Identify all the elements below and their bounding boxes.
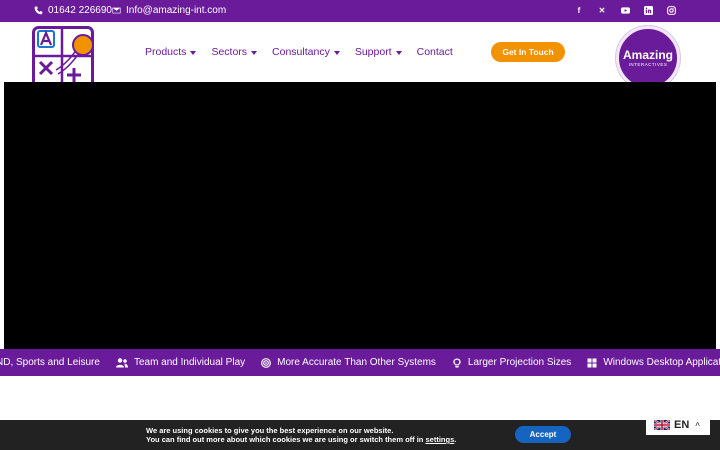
facebook-icon[interactable]: f <box>574 5 584 16</box>
ticker-item: Team and Individual Play <box>115 357 246 368</box>
ticker-item: Windows Desktop Application Tracking <box>587 357 720 368</box>
youtube-icon[interactable] <box>620 5 630 16</box>
nav-contact-label: Contact <box>416 46 453 58</box>
ticker-item-label: Windows Desktop Application Tracking <box>603 357 720 368</box>
x-icon[interactable]: ✕ <box>597 5 607 16</box>
phone-icon <box>34 6 43 15</box>
ticker-item: More Accurate Than Other Systems <box>261 357 436 368</box>
target-icon <box>261 357 272 368</box>
ticker-item-label: Larger Projection Sizes <box>467 357 572 368</box>
phone-number: 01642 226690 <box>48 5 112 16</box>
main-nav: Products Sectors Consultancy Support Con… <box>145 46 453 58</box>
email-address: Info@amazing-int.com <box>126 5 227 16</box>
ticker-track: ND, Sports and Leisure Team and Individu… <box>0 357 720 368</box>
cookie-line-2: You can find out more about which cookie… <box>146 435 456 444</box>
nav-support-label: Support <box>354 46 392 58</box>
ticker-item-label: ND, Sports and Leisure <box>0 357 100 368</box>
cookie-line-2-text: You can find out more about which cookie… <box>146 435 426 444</box>
nav-sectors-label: Sectors <box>211 46 248 58</box>
brand-subtitle: INTERACTIVES <box>628 62 668 67</box>
brand-name: Amazing <box>622 48 673 62</box>
email-link[interactable]: Info@amazing-int.com <box>112 5 226 16</box>
site-logo[interactable] <box>32 26 96 88</box>
accept-cookies-button[interactable]: Accept <box>515 426 571 443</box>
users-icon <box>115 357 128 367</box>
cookie-line-1: We are using cookies to give you the bes… <box>146 426 394 435</box>
nav-support[interactable]: Support <box>355 46 402 58</box>
ticker-item-label: Team and Individual Play <box>133 357 246 368</box>
caret-down-icon <box>190 50 197 55</box>
phone-link[interactable]: 01642 226690 <box>34 5 112 16</box>
feature-ticker: ND, Sports and Leisure Team and Individu… <box>0 349 720 376</box>
ticker-item: ND, Sports and Leisure <box>0 357 100 368</box>
ticker-item: Larger Projection Sizes <box>452 357 571 368</box>
language-code: EN <box>674 419 690 431</box>
nav-contact[interactable]: Contact <box>417 46 453 58</box>
cookie-banner: We are using cookies to give you the bes… <box>0 420 720 450</box>
lightbulb-icon <box>453 358 461 367</box>
nav-sectors[interactable]: Sectors <box>211 46 258 58</box>
envelope-icon <box>112 7 121 14</box>
linkedin-icon[interactable] <box>643 5 653 16</box>
nav-consultancy-label: Consultancy <box>272 46 330 58</box>
caret-down-icon <box>333 50 340 55</box>
nav-products[interactable]: Products <box>145 46 197 58</box>
cookie-message: We are using cookies to give you the bes… <box>146 426 456 444</box>
maths-grid-logo-icon <box>32 26 94 88</box>
page: 01642 226690 Info@amazing-int.com f ✕ Pr… <box>0 0 720 450</box>
nav-products-label: Products <box>145 46 187 58</box>
social-links: f ✕ <box>574 5 676 16</box>
cookie-settings-link[interactable]: settings <box>425 435 454 444</box>
language-switcher[interactable]: EN ^ <box>646 415 710 435</box>
nav-consultancy[interactable]: Consultancy <box>272 46 340 58</box>
hero-video[interactable] <box>4 82 716 349</box>
get-in-touch-button[interactable]: Get In Touch <box>491 42 565 62</box>
site-header: Products Sectors Consultancy Support Con… <box>0 22 720 90</box>
chevron-up-icon: ^ <box>695 420 700 430</box>
uk-flag-icon <box>654 420 670 430</box>
cookie-line-2-end: . <box>454 435 457 444</box>
amazing-interactives-badge[interactable]: Amazing INTERACTIVES <box>616 26 680 90</box>
caret-down-icon <box>395 50 402 55</box>
top-bar: 01642 226690 Info@amazing-int.com f ✕ <box>0 0 720 22</box>
caret-down-icon <box>251 50 258 55</box>
windows-icon <box>587 358 597 367</box>
ticker-item-label: More Accurate Than Other Systems <box>277 357 436 368</box>
instagram-icon[interactable] <box>666 5 676 16</box>
